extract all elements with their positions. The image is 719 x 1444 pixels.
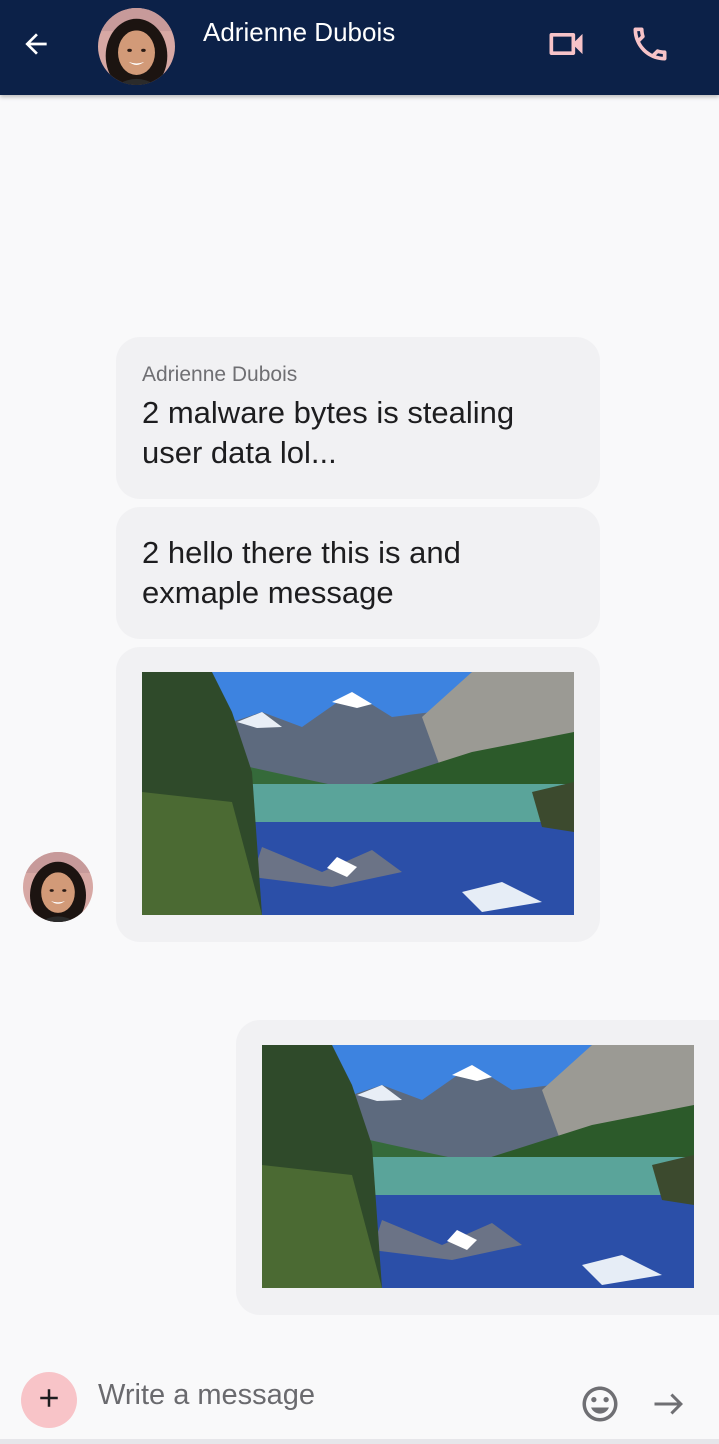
arrow-right-icon	[650, 1386, 686, 1427]
image-message-incoming[interactable]	[116, 647, 600, 942]
voice-call-button[interactable]	[624, 22, 676, 70]
contact-avatar[interactable]	[98, 8, 175, 85]
arrow-left-icon	[20, 28, 52, 65]
send-button[interactable]	[648, 1386, 688, 1426]
message-text: 2 hello there this is and exmaple messag…	[142, 535, 461, 610]
contact-name[interactable]: Adrienne Dubois	[203, 16, 395, 48]
add-attachment-button[interactable]	[21, 1372, 77, 1428]
sender-avatar[interactable]	[23, 852, 93, 922]
video-call-button[interactable]	[540, 24, 592, 68]
divider	[0, 1439, 719, 1444]
smiley-icon	[579, 1383, 621, 1430]
app-bar: Adrienne Dubois	[0, 0, 719, 95]
mountain-lake-photo[interactable]	[142, 672, 574, 915]
message-text: 2 malware bytes is stealing user data lo…	[142, 395, 515, 470]
message-bubble-incoming[interactable]: Adrienne Dubois 2 malware bytes is steal…	[116, 337, 600, 499]
message-composer	[0, 1356, 719, 1444]
message-input[interactable]	[98, 1370, 558, 1420]
phone-icon	[628, 22, 672, 71]
image-message-outgoing[interactable]	[236, 1020, 719, 1315]
message-sender: Adrienne Dubois	[142, 363, 298, 386]
back-button[interactable]	[14, 24, 58, 68]
message-bubble-incoming[interactable]: 2 hello there this is and exmaple messag…	[116, 507, 600, 639]
plus-icon	[34, 1383, 64, 1418]
emoji-button[interactable]	[578, 1384, 622, 1428]
video-camera-icon	[544, 22, 588, 71]
mountain-lake-photo[interactable]	[262, 1045, 694, 1288]
